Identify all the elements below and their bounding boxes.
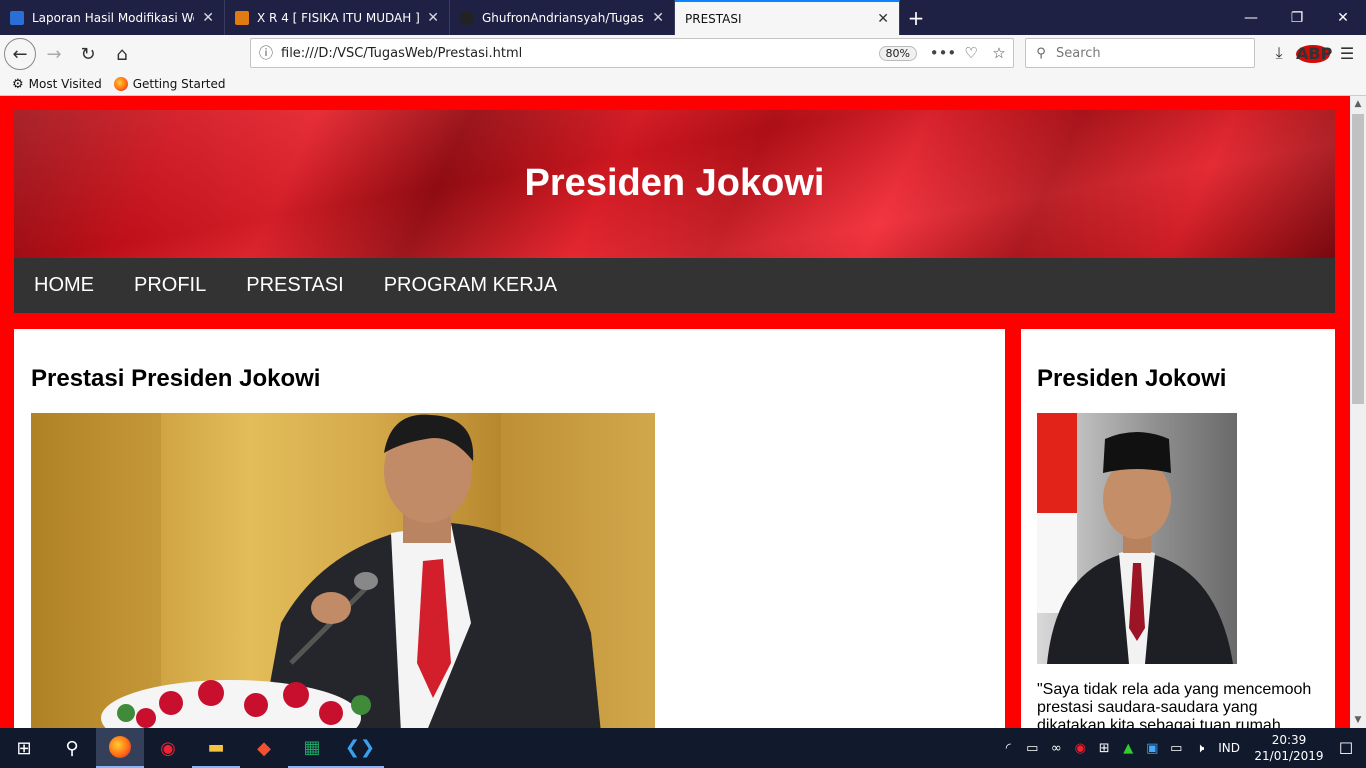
main-menu: HOME PROFIL PRESTASI PROGRAM KERJA: [14, 258, 1335, 313]
close-icon[interactable]: ✕: [652, 10, 664, 26]
close-icon[interactable]: ✕: [202, 10, 214, 26]
nav-profil[interactable]: PROFIL: [114, 274, 226, 297]
speech-photo: [31, 413, 655, 728]
tab-strip: Laporan Hasil Modifikasi Web ✕ X R 4 [ F…: [0, 0, 1366, 35]
scroll-thumb[interactable]: [1352, 114, 1364, 404]
navigation-toolbar: ← → ↻ ⌂ ⓘ file:///D:/VSC/TugasWeb/Presta…: [0, 35, 1366, 73]
github-icon: [460, 10, 474, 25]
adblock-icon: ABP: [1296, 43, 1333, 63]
search-placeholder: Search: [1056, 45, 1101, 61]
main-heading: Prestasi Presiden Jokowi: [31, 365, 321, 392]
sidebar-heading: Presiden Jokowi: [1037, 365, 1227, 392]
portrait-illustration: [1037, 413, 1233, 664]
scroll-up-icon[interactable]: ▲: [1350, 99, 1366, 109]
minimize-icon[interactable]: —: [1228, 0, 1274, 35]
new-tab-button[interactable]: +: [900, 0, 932, 35]
gear-icon: ⚙: [12, 76, 24, 92]
adblock-button[interactable]: ABP: [1296, 43, 1333, 63]
bookmark-getting-started[interactable]: Getting Started: [113, 77, 226, 91]
taskbar: ⊞ ⚲ ◉ ▬ ◆ ▦ ❮❯ ◜ ▭ ∞ ◉ ⊞ ▲ ▣ ▭ 🕨 IND 20:…: [0, 728, 1366, 768]
file-explorer-taskbar-icon[interactable]: ▬: [192, 728, 240, 768]
site-title: Presiden Jokowi: [524, 162, 825, 204]
tab-github[interactable]: GhufronAndriansyah/TugasMo ✕: [450, 0, 675, 35]
speech-photo-illustration: [31, 413, 655, 728]
clock-time: 20:39: [1271, 733, 1307, 747]
blogger-icon: [10, 10, 24, 25]
close-icon[interactable]: ✕: [427, 10, 439, 26]
close-window-icon[interactable]: ✕: [1320, 0, 1366, 35]
garena-icon: ◉: [160, 737, 176, 759]
garena-tray-icon[interactable]: ◉: [1068, 741, 1092, 756]
git-taskbar-icon[interactable]: ◆: [240, 728, 288, 768]
vscode-taskbar-icon[interactable]: ❮❯: [336, 728, 384, 768]
main-content: Prestasi Presiden Jokowi: [14, 329, 1005, 728]
tab-laporan[interactable]: Laporan Hasil Modifikasi Web ✕: [0, 0, 225, 35]
system-tray: ◜ ▭ ∞ ◉ ⊞ ▲ ▣ ▭ 🕨 IND 20:39 21/01/2019 ☐: [996, 728, 1366, 768]
display-tray-icon[interactable]: ▭: [1164, 741, 1188, 756]
nav-prestasi[interactable]: PRESTASI: [226, 274, 363, 297]
sidebar-quote: "Saya tidak rela ada yang mencemooh pres…: [1037, 681, 1312, 728]
bookmarks-bar: ⚙ Most Visited Getting Started: [0, 73, 1366, 96]
green-app-tray-icon[interactable]: ▲: [1116, 741, 1140, 756]
toolbar-right: ⤓ ABP ☰: [1262, 38, 1364, 68]
excel-taskbar-icon[interactable]: ▦: [288, 728, 336, 768]
home-button[interactable]: ⌂: [106, 38, 138, 70]
page-viewport: Presiden Jokowi HOME PROFIL PRESTASI PRO…: [0, 96, 1350, 728]
tab-prestasi[interactable]: PRESTASI ✕: [675, 0, 900, 35]
search-input[interactable]: ⚲ Search: [1025, 38, 1255, 68]
notification-icon[interactable]: ☐: [1326, 739, 1366, 758]
search-icon[interactable]: ⚲: [48, 728, 96, 768]
clock-date: 21/01/2019: [1254, 749, 1324, 763]
nav-program-kerja[interactable]: PROGRAM KERJA: [364, 274, 577, 297]
restore-icon[interactable]: ❐: [1274, 0, 1320, 35]
zoom-badge[interactable]: 80%: [878, 45, 917, 61]
link-icon[interactable]: ∞: [1044, 741, 1068, 756]
back-button[interactable]: ←: [4, 38, 36, 70]
page-actions-icon[interactable]: •••: [929, 44, 957, 62]
battery-icon[interactable]: ▭: [1020, 741, 1044, 756]
bookmark-most-visited[interactable]: ⚙ Most Visited: [12, 77, 102, 92]
portrait-photo: [1037, 413, 1237, 664]
sidebar: Presiden Jokowi "Saya tidak rela ada yan…: [1021, 329, 1335, 728]
clock[interactable]: 20:39 21/01/2019: [1252, 732, 1326, 764]
address-bar[interactable]: ⓘ file:///D:/VSC/TugasWeb/Prestasi.html …: [250, 38, 1014, 68]
page-scrollbar[interactable]: ▲ ▼: [1350, 96, 1366, 728]
windows-start-icon[interactable]: ⊞: [0, 728, 48, 768]
nav-home[interactable]: HOME: [14, 274, 114, 297]
volume-muted-icon[interactable]: 🕨: [1188, 741, 1212, 756]
menu-icon[interactable]: ☰: [1330, 44, 1364, 63]
window-controls: — ❐ ✕: [1228, 0, 1366, 35]
tab-fisika[interactable]: X R 4 [ FISIKA ITU MUDAH ] ✕: [225, 0, 450, 35]
close-icon[interactable]: ✕: [877, 11, 889, 27]
firefox-icon: [113, 77, 128, 91]
windows-tray-icon[interactable]: ⊞: [1092, 741, 1116, 756]
url-text[interactable]: file:///D:/VSC/TugasWeb/Prestasi.html: [281, 46, 879, 61]
garena-taskbar-icon[interactable]: ◉: [144, 728, 192, 768]
info-icon[interactable]: ⓘ: [251, 43, 281, 63]
tab-title: PRESTASI: [685, 11, 742, 26]
scroll-down-icon[interactable]: ▼: [1350, 715, 1366, 725]
bookmark-label: Getting Started: [132, 77, 226, 91]
tab-title: X R 4 [ FISIKA ITU MUDAH ]: [257, 10, 420, 25]
language-indicator[interactable]: IND: [1218, 741, 1240, 755]
search-icon: ⚲: [1036, 45, 1046, 61]
wifi-icon[interactable]: ◜: [996, 741, 1020, 756]
pocket-icon[interactable]: ♡: [957, 44, 985, 62]
bookmark-star-icon[interactable]: ☆: [985, 44, 1013, 62]
forward-button[interactable]: →: [38, 38, 70, 70]
tab-title: Laporan Hasil Modifikasi Web: [32, 10, 195, 25]
bookmark-label: Most Visited: [28, 77, 102, 91]
firefox-taskbar-icon[interactable]: [96, 728, 144, 768]
reload-button[interactable]: ↻: [72, 38, 104, 70]
download-icon[interactable]: ⤓: [1262, 43, 1296, 63]
blogger-icon: [235, 10, 249, 25]
header-banner: Presiden Jokowi: [14, 110, 1335, 258]
tab-title: GhufronAndriansyah/TugasMo: [482, 10, 645, 25]
vpn-tray-icon[interactable]: ▣: [1140, 741, 1164, 756]
